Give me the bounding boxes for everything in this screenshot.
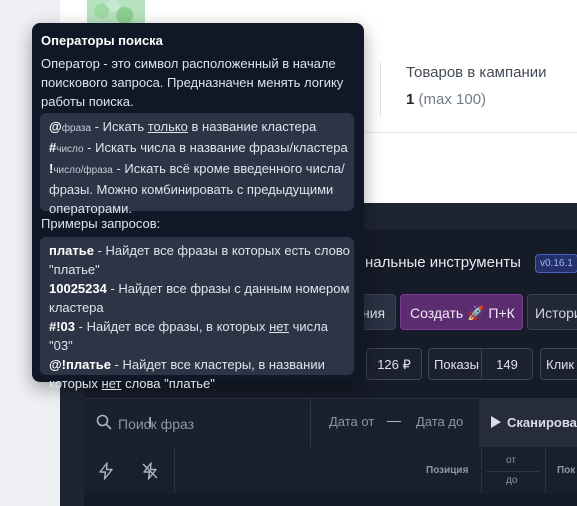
date-range-dash: — [387,412,401,428]
divider [486,471,540,472]
panel-title: нальные инструменты [365,254,521,271]
operator-arg: фраза [61,123,92,134]
operator-arg: число [56,144,84,155]
date-to-field[interactable]: Дата до [416,414,463,429]
column-from: от [506,455,516,466]
bolt-off-icon[interactable] [137,458,163,484]
example-text: - Найдет все фразы, в которых [75,319,270,334]
example-emphasis: нет [101,376,122,391]
example-query: 10025234 [49,281,107,296]
divider [481,449,482,493]
bolt-icon[interactable] [93,458,119,484]
example-item: платье - Найдет все фразы в которых есть… [49,241,354,279]
shows-label: Показы [428,348,481,380]
date-from-field[interactable]: Дата от [329,414,374,429]
divider [545,449,546,493]
search-operators-tooltip: Операторы поиска Оператор - это символ р… [32,23,364,391]
examples-label: Примеры запросов: [41,216,161,231]
examples-box: платье - Найдет все фразы в которых есть… [40,237,354,391]
example-item: 10025234 - Найдет все фразы с данным ном… [49,279,354,317]
example-query: @!платье [49,357,111,372]
tooltip-description: Оператор - это символ расположенный в на… [41,56,344,109]
example-text: слова "платье" [121,376,215,391]
operator-item: !число/фраза - Искать всё кроме введенно… [49,159,354,218]
divider [380,62,381,117]
play-icon [491,416,501,428]
operator-symbol: @ [49,119,62,134]
column-shows[interactable]: Пок [557,465,575,476]
operator-text: - Искать числа в название фразы/кластера [83,140,348,155]
search-icon [96,414,112,430]
column-position[interactable]: Позиция [426,465,468,476]
campaign-products-count: 1 [406,91,415,108]
column-to: до [506,475,518,486]
example-text: - Найдет все фразы в которых есть слово … [49,243,350,277]
example-item: @!платье - Найдет все кластеры, в назван… [49,355,354,393]
history-button[interactable]: Истори [527,294,577,330]
operator-item: @фраза - Искать только в название класте… [49,117,354,138]
example-query: #!03 [49,319,76,334]
clicks-label: Клик [540,348,577,380]
divider [174,449,175,493]
version-badge: v0.16.1 [535,254,577,273]
create-button[interactable]: Создать 🚀 П+К [400,294,523,330]
example-item: #!03 - Найдет все фразы, в которых нет ч… [49,317,354,355]
search-input[interactable] [116,411,300,437]
scan-button[interactable]: Сканироват [479,399,577,447]
example-emphasis: нет [269,319,290,334]
operator-item: #число - Искать числа в название фразы/к… [49,138,354,159]
shows-field[interactable]: 149 [481,348,533,380]
campaign-products-label: Товаров в кампании [406,64,547,81]
operator-arg: число/фраза [53,165,113,176]
operators-box: @фраза - Искать только в название класте… [40,113,354,216]
campaign-products-value: 1 (max 100) [406,91,486,108]
example-query: платье [49,243,94,258]
operator-text: в название кластера [187,119,317,134]
tooltip-title: Операторы поиска [41,33,163,48]
price-field[interactable]: 126 ₽ [366,348,422,380]
text-cursor-icon: I [148,414,153,431]
operator-emphasis: только [147,119,188,134]
divider [310,399,311,447]
operator-text: - Искать [91,119,148,134]
scan-button-label: Сканироват [507,415,577,430]
campaign-products-max: (max 100) [418,91,487,108]
